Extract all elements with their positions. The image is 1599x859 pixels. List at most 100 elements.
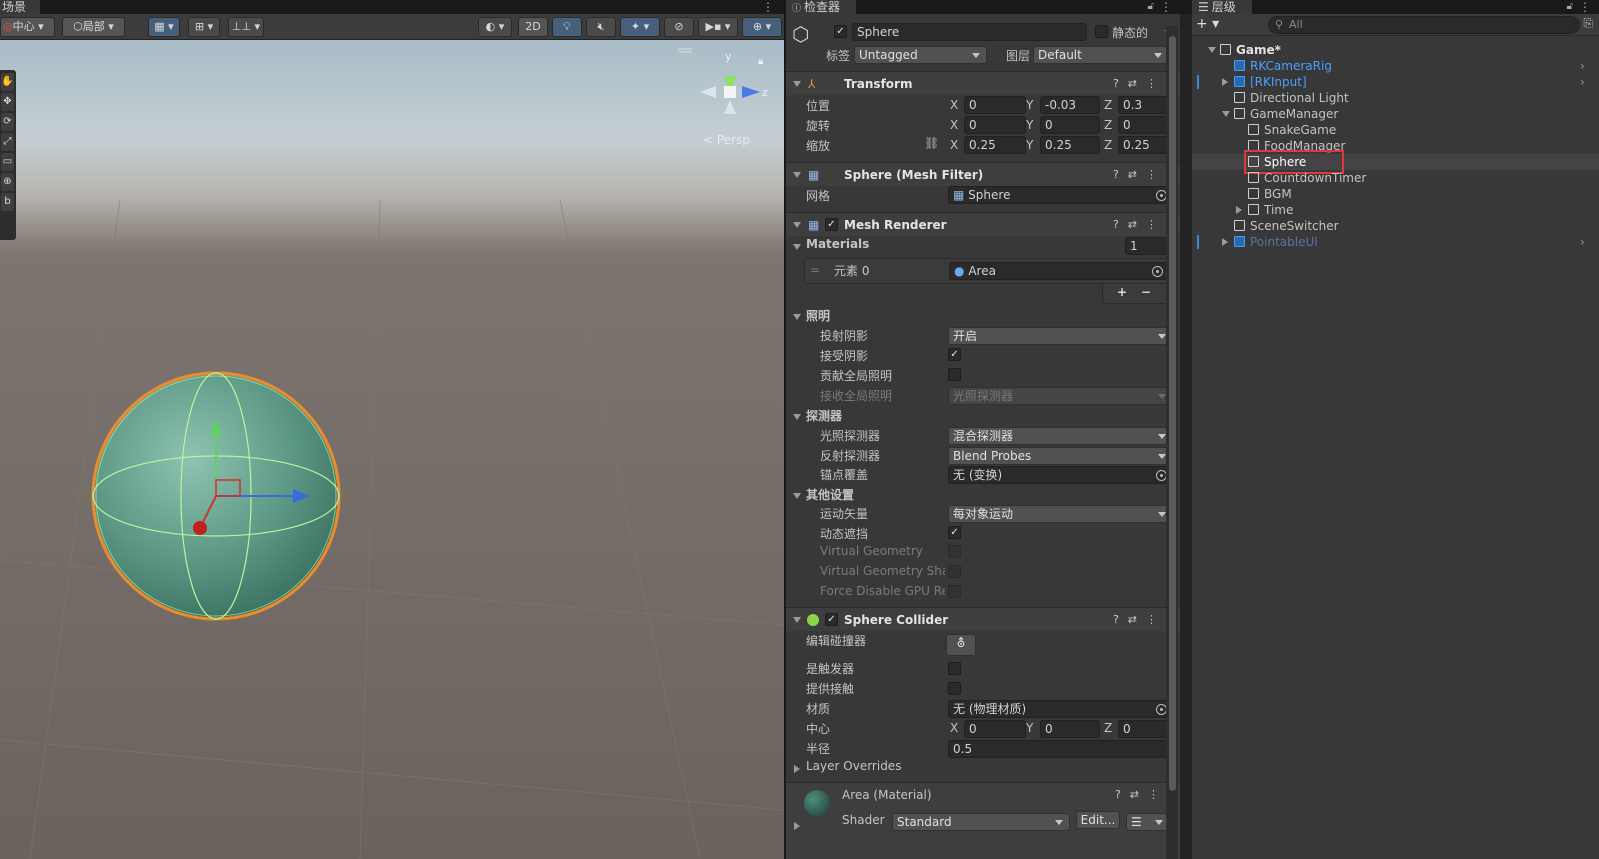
scene-tool-button[interactable]: ⤢ bbox=[1, 133, 14, 151]
material-element-field[interactable]: ● Area bbox=[949, 262, 1169, 280]
scene-viewport[interactable]: y z 🔒︎ < Persp ✋ ✥ ⟳ ⤢ ▭ ⊕ b bbox=[0, 40, 784, 859]
scale-x-field[interactable]: 0.25 bbox=[964, 136, 1026, 154]
inspector-scroll-thumb[interactable] bbox=[1169, 36, 1176, 791]
hierarchy-item[interactable]: [RKInput] › bbox=[1192, 74, 1599, 90]
component-header-icons[interactable]: ?⇄⋮ bbox=[1113, 213, 1166, 237]
create-button[interactable]: + ▾ bbox=[1196, 16, 1219, 32]
component-header-icons[interactable]: ?⇄⋮ bbox=[1113, 72, 1166, 96]
collapse-arrow-icon[interactable] bbox=[1222, 238, 1228, 246]
component-header-icons[interactable]: ?⇄⋮ bbox=[1113, 608, 1166, 632]
radius-field[interactable]: 0.5 bbox=[948, 740, 1173, 758]
tab-scene[interactable]: 场景 bbox=[0, 0, 40, 14]
probes-fold-icon[interactable] bbox=[793, 414, 801, 420]
scene-tool-button[interactable]: ✋ bbox=[1, 73, 14, 91]
scene-tool-button[interactable]: ✥ bbox=[1, 93, 14, 111]
grid-snap-button[interactable]: ▦ ▾ bbox=[148, 17, 180, 37]
cast-shadows-dropdown[interactable]: 开启 bbox=[948, 327, 1173, 345]
hierarchy-item[interactable]: BGM bbox=[1192, 186, 1599, 202]
reflection-probes-dropdown[interactable]: Blend Probes bbox=[948, 447, 1173, 465]
open-prefab-icon[interactable]: › bbox=[1580, 74, 1585, 90]
scale-y-field[interactable]: 0.25 bbox=[1040, 136, 1100, 154]
receive-shadows-checkbox[interactable]: ✓ bbox=[948, 348, 961, 361]
fold-arrow-icon[interactable] bbox=[793, 172, 801, 178]
layer-dropdown[interactable]: Default bbox=[1033, 46, 1169, 64]
layer-overrides-fold-icon[interactable] bbox=[794, 765, 800, 773]
ruler-button[interactable]: ⊥⊥ ▾ bbox=[228, 17, 264, 37]
remove-element-button[interactable]: − bbox=[1141, 285, 1151, 299]
sphere-collider-enabled-checkbox[interactable]: ✓ bbox=[825, 613, 838, 626]
collapse-arrow-icon[interactable] bbox=[1236, 206, 1242, 214]
hierarchy-search-input[interactable]: ⚲ All bbox=[1268, 16, 1580, 34]
hierarchy-item[interactable]: PointableUI › bbox=[1192, 234, 1599, 250]
tab-inspector[interactable]: ⓘ 检查器 bbox=[786, 0, 856, 14]
center-x-field[interactable]: 0 bbox=[964, 720, 1026, 738]
sphere-object[interactable] bbox=[91, 371, 341, 621]
tag-dropdown[interactable]: Untagged bbox=[854, 46, 987, 64]
edit-shader-button[interactable]: Edit... bbox=[1076, 811, 1120, 829]
shader-dropdown[interactable]: Standard bbox=[892, 813, 1070, 831]
materials-fold-icon[interactable] bbox=[793, 244, 801, 250]
scene-view[interactable]: ◎中心 ▾ ⬡局部 ▾ ▦ ▾ ⊞ ▾ ⊥⊥ ▾ ◐ ▾ 2D 💡︎ 🔇︎ ✦ … bbox=[0, 14, 784, 859]
object-name-field[interactable]: Sphere bbox=[852, 23, 1087, 41]
hierarchy-options-icon[interactable]: ⎘ bbox=[1583, 16, 1593, 31]
drag-handle-icon[interactable]: = bbox=[810, 263, 820, 277]
additional-settings-fold-icon[interactable] bbox=[793, 493, 801, 499]
provides-contacts-checkbox[interactable] bbox=[948, 682, 961, 695]
shading-mode-button[interactable]: ◐ ▾ bbox=[478, 17, 512, 37]
gizmos-dropdown[interactable]: ⊕ ▾ bbox=[742, 17, 782, 37]
position-x-field[interactable]: 0 bbox=[964, 96, 1026, 114]
hierarchy-item[interactable]: Game* bbox=[1192, 42, 1599, 58]
center-z-field[interactable]: 0 bbox=[1118, 720, 1172, 738]
panel-divider[interactable] bbox=[1180, 14, 1192, 859]
material-header-icons[interactable]: ?⇄⋮ bbox=[1115, 788, 1168, 801]
object-picker-icon[interactable] bbox=[1152, 266, 1163, 277]
inspector-more-icon[interactable]: ⋮ bbox=[1160, 0, 1172, 14]
open-prefab-icon[interactable]: › bbox=[1580, 234, 1585, 250]
static-checkbox[interactable] bbox=[1095, 25, 1108, 38]
scene-canvas[interactable]: y z 🔒︎ < Persp bbox=[0, 40, 784, 859]
position-y-field[interactable]: -0.03 bbox=[1040, 96, 1100, 114]
hierarchy-item[interactable]: SceneSwitcher bbox=[1192, 218, 1599, 234]
mesh-object-field[interactable]: ▦ Sphere bbox=[948, 186, 1173, 204]
scene-tool-button[interactable]: b bbox=[1, 193, 14, 211]
center-y-field[interactable]: 0 bbox=[1040, 720, 1100, 738]
sphere-collider-header[interactable]: ✓ Sphere Collider ?⇄⋮ bbox=[786, 607, 1180, 631]
anchor-override-field[interactable]: 无 (变换) bbox=[948, 466, 1173, 484]
scene-tool-button[interactable]: ▭ bbox=[1, 153, 14, 171]
persp-label[interactable]: < Persp bbox=[703, 133, 750, 147]
scale-z-field[interactable]: 0.25 bbox=[1118, 136, 1172, 154]
lighting-fold-icon[interactable] bbox=[793, 314, 801, 320]
orientation-gizmo[interactable]: y z 🔒︎ < Persp bbox=[678, 48, 768, 147]
scene-tool-button[interactable]: ⟳ bbox=[1, 113, 14, 131]
link-icon[interactable]: ⛓︎ bbox=[924, 136, 939, 150]
layer-overrides-label[interactable]: Layer Overrides bbox=[806, 759, 901, 773]
position-z-field[interactable]: 0.3 bbox=[1118, 96, 1172, 114]
hierarchy-item[interactable]: RKCameraRig › bbox=[1192, 58, 1599, 74]
pivot-dropdown[interactable]: ◎中心 ▾ bbox=[0, 17, 55, 37]
rotation-x-field[interactable]: 0 bbox=[964, 116, 1026, 134]
transform-header[interactable]: ⅄ Transform ?⇄⋮ bbox=[786, 71, 1180, 95]
shader-options-dropdown[interactable]: ☰ bbox=[1126, 813, 1170, 831]
hierarchy-item[interactable]: Time bbox=[1192, 202, 1599, 218]
audio-toggle[interactable]: 🔇︎ bbox=[586, 17, 616, 37]
gizmo-z-cone[interactable] bbox=[742, 86, 760, 98]
hierarchy-item[interactable]: GameManager bbox=[1192, 106, 1599, 122]
open-prefab-icon[interactable]: › bbox=[1580, 58, 1585, 74]
scene-tool-button[interactable]: ⊕ bbox=[1, 173, 14, 191]
hierarchy-item[interactable]: SnakeGame bbox=[1192, 122, 1599, 138]
visibility-toggle[interactable]: ⊘ bbox=[664, 17, 694, 37]
mesh-renderer-header[interactable]: ▦ ✓ Mesh Renderer ?⇄⋮ bbox=[786, 212, 1180, 236]
object-active-checkbox[interactable]: ✓ bbox=[834, 25, 847, 38]
fold-arrow-icon[interactable] bbox=[793, 81, 801, 87]
lock-icon[interactable]: 🔓︎ bbox=[1148, 0, 1154, 14]
tab-hierarchy[interactable]: ☰ 层级 bbox=[1192, 0, 1252, 14]
is-trigger-checkbox[interactable] bbox=[948, 662, 961, 675]
increment-snap-button[interactable]: ⊞ ▾ bbox=[188, 17, 220, 37]
component-header-icons[interactable]: ?⇄⋮ bbox=[1113, 163, 1166, 187]
hierarchy-item[interactable]: CountdownTimer bbox=[1192, 170, 1599, 186]
edit-collider-button[interactable]: ⛢ bbox=[946, 634, 976, 656]
rotation-z-field[interactable]: 0 bbox=[1118, 116, 1172, 134]
rotation-y-field[interactable]: 0 bbox=[1040, 116, 1100, 134]
hierarchy-more-icon[interactable]: ⋮ bbox=[1579, 0, 1591, 14]
collider-material-field[interactable]: 无 (物理材质) bbox=[948, 700, 1173, 718]
